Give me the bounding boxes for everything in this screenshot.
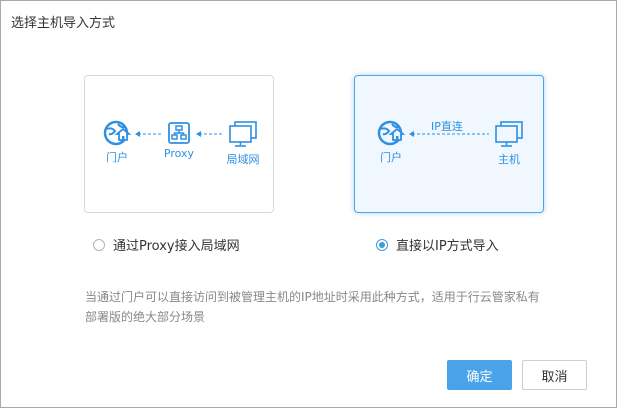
proxy-option-card[interactable]: 门户 Proxy 局域网 xyxy=(84,75,274,213)
direct-ip-radio[interactable] xyxy=(376,238,388,251)
lan-node: 局域网 xyxy=(223,120,263,167)
dialog-title: 选择主机导入方式 xyxy=(11,16,116,31)
proxy-radio[interactable] xyxy=(93,238,105,251)
proxy-label: Proxy xyxy=(163,147,195,160)
proxy-node: Proxy xyxy=(161,122,197,160)
portal-node: 门户 xyxy=(99,120,135,165)
arrow-left-icon xyxy=(135,131,162,137)
monitors-icon xyxy=(495,121,523,147)
proxy-option-label: 通过Proxy接入局域网 xyxy=(113,239,240,254)
lan-label: 局域网 xyxy=(226,153,260,166)
proxy-radio-option[interactable]: 通过Proxy接入局域网 xyxy=(93,235,240,254)
portal-label: 门户 xyxy=(380,151,402,164)
method-description: 当通过门户可以直接访问到被管理主机的IP地址时采用此种方式，适用于行云管家私有部… xyxy=(85,290,540,324)
direct-ip-option-card[interactable]: 门户 IP直连 主机 xyxy=(354,75,544,213)
arrow-left-icon xyxy=(196,131,223,137)
direct-ip-radio-option[interactable]: 直接以IP方式导入 xyxy=(376,235,499,254)
network-hierarchy-icon xyxy=(168,122,190,144)
arrow-left-icon xyxy=(409,131,489,137)
globe-home-icon xyxy=(103,120,131,146)
direct-ip-option-label: 直接以IP方式导入 xyxy=(396,239,499,254)
confirm-button[interactable]: 确定 xyxy=(447,360,512,390)
host-label: 主机 xyxy=(498,153,520,166)
monitors-icon xyxy=(229,121,257,147)
portal-node: 门户 xyxy=(373,120,409,165)
portal-label: 门户 xyxy=(106,151,128,164)
globe-home-icon xyxy=(377,120,405,146)
host-node: 主机 xyxy=(489,120,529,167)
cancel-button[interactable]: 取消 xyxy=(522,360,587,390)
import-method-dialog: 选择主机导入方式 门户 Proxy 局域网 门户 IP直连 主机 通过Proxy… xyxy=(0,0,617,408)
